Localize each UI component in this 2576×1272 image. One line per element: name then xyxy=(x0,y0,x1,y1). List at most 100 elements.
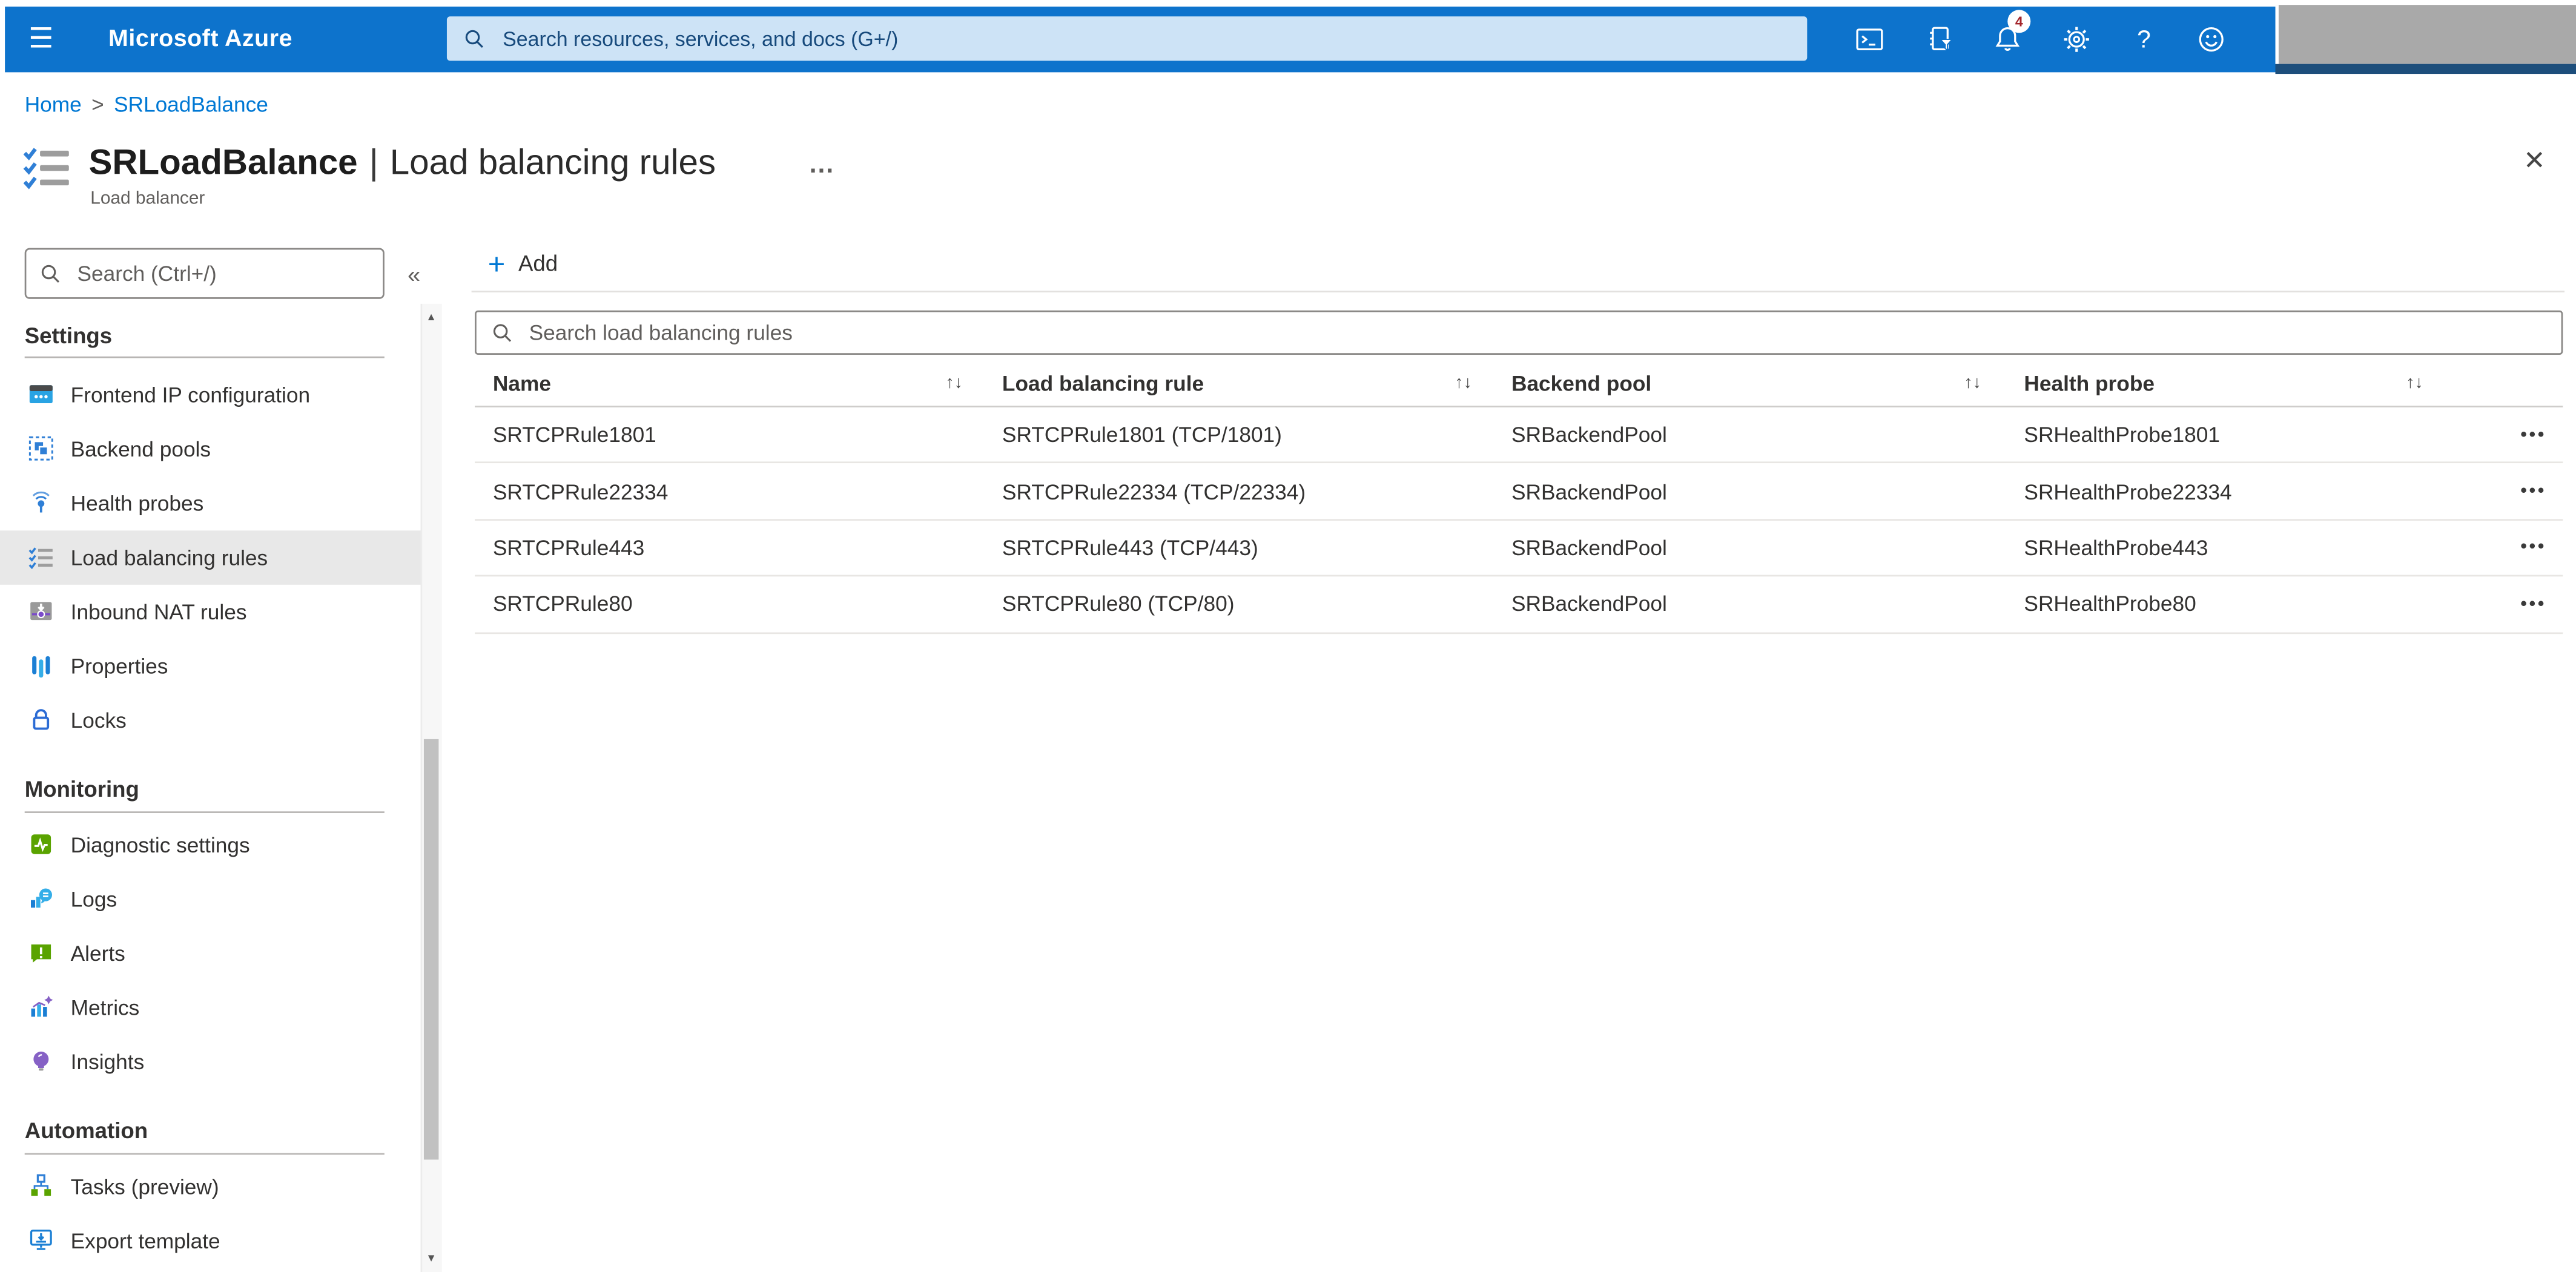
column-label: Name xyxy=(492,370,552,395)
cell-health-probe: SRHealthProbe443 xyxy=(2024,535,2208,561)
sidebar-item-label: Properties xyxy=(70,653,168,678)
sidebar-item-label: Backend pools xyxy=(70,436,211,461)
account-redaction-strip xyxy=(2274,64,2576,74)
lock-icon xyxy=(28,707,54,733)
directory-filter-button[interactable] xyxy=(1914,14,1967,65)
add-button-label: Add xyxy=(518,251,558,276)
breadcrumb-resource[interactable]: SRLoadBalance xyxy=(114,92,268,117)
sidebar-item-label: Insights xyxy=(70,1049,145,1073)
sidebar-item-inbound-nat-rules[interactable]: Inbound NAT rules xyxy=(0,584,421,638)
sidebar-item-export-template[interactable]: Export template xyxy=(0,1213,421,1268)
cell-backend-pool: SRBackendPool xyxy=(1511,422,1667,447)
diagnostic-settings-icon xyxy=(28,831,54,857)
table-row[interactable]: SRTCPRule443 SRTCPRule443 (TCP/443) SRBa… xyxy=(475,520,2563,577)
help-button[interactable]: ? xyxy=(2118,14,2170,65)
hamburger-menu-icon[interactable]: ☰ xyxy=(15,7,67,71)
scroll-down-icon[interactable]: ▼ xyxy=(421,1248,442,1270)
add-button[interactable]: + Add xyxy=(488,242,558,286)
toolbar-divider xyxy=(471,291,2565,292)
global-search-input[interactable] xyxy=(499,25,1808,52)
column-label: Health probe xyxy=(2024,370,2155,395)
terminal-icon xyxy=(1855,25,1884,54)
cell-backend-pool: SRBackendPool xyxy=(1511,479,1667,504)
sidebar-item-logs[interactable]: Logs xyxy=(0,871,421,926)
sidebar-search-input[interactable] xyxy=(74,259,383,288)
cell-health-probe: SRHealthProbe22334 xyxy=(2024,479,2232,504)
blade-name: Load balancing rules xyxy=(389,143,716,183)
close-icon[interactable]: ✕ xyxy=(2523,145,2545,177)
breadcrumb-home[interactable]: Home xyxy=(25,92,82,117)
sort-icon: ↑↓ xyxy=(2406,372,2423,393)
divider xyxy=(24,355,385,358)
cell-name: SRTCPRule1801 xyxy=(492,422,656,447)
sidebar-item-label: Alerts xyxy=(70,940,125,965)
sidebar-item-metrics[interactable]: Metrics xyxy=(0,980,421,1034)
rules-table: SRTCPRule1801 SRTCPRule1801 (TCP/1801) S… xyxy=(475,407,2563,634)
breadcrumb: Home > SRLoadBalance xyxy=(25,92,268,117)
row-menu-icon[interactable]: ••• xyxy=(2520,425,2546,445)
settings-button[interactable] xyxy=(2050,14,2103,65)
sidebar-item-label: Diagnostic settings xyxy=(70,832,250,857)
feedback-button[interactable] xyxy=(2185,14,2237,65)
column-header-backend-pool[interactable]: Backend pool ↑↓ xyxy=(1511,371,2024,395)
azure-brand[interactable]: Microsoft Azure xyxy=(108,7,292,71)
cloud-shell-button[interactable] xyxy=(1843,14,1896,65)
sidebar-item-label: Health probes xyxy=(70,490,204,515)
backend-pools-icon xyxy=(28,435,54,461)
tasks-icon xyxy=(28,1173,54,1199)
frontend-ip-icon xyxy=(28,381,54,407)
sidebar-item-label: Metrics xyxy=(70,994,140,1020)
table-row[interactable]: SRTCPRule22334 SRTCPRule22334 (TCP/22334… xyxy=(475,464,2563,521)
column-header-load-balancing-rule[interactable]: Load balancing rule ↑↓ xyxy=(1002,371,1511,395)
page-more-menu[interactable]: … xyxy=(808,151,836,181)
column-header-health-probe[interactable]: Health probe ↑↓ xyxy=(2024,371,2489,395)
rules-search xyxy=(475,310,2563,355)
table-row[interactable]: SRTCPRule1801 SRTCPRule1801 (TCP/1801) S… xyxy=(475,407,2563,464)
alerts-icon xyxy=(28,940,54,966)
load-balancing-rules-icon xyxy=(21,143,72,194)
section-header-automation: Automation xyxy=(24,1118,148,1144)
cell-backend-pool: SRBackendPool xyxy=(1511,535,1667,561)
sidebar-item-label: Logs xyxy=(70,886,117,911)
sidebar-item-alerts[interactable]: Alerts xyxy=(0,926,421,980)
rules-search-input[interactable] xyxy=(526,318,2561,347)
page-title: SRLoadBalance | Load balancing rules xyxy=(89,138,716,189)
sidebar-scrollbar-thumb[interactable] xyxy=(423,739,439,1160)
sidebar-item-label: Locks xyxy=(70,707,127,732)
gear-icon xyxy=(2062,25,2092,54)
column-header-name[interactable]: Name ↑↓ xyxy=(475,371,1002,395)
sidebar-item-label: Tasks (preview) xyxy=(70,1173,219,1199)
sort-icon: ↑↓ xyxy=(1964,372,1981,393)
export-template-icon xyxy=(28,1227,54,1253)
section-header-settings: Settings xyxy=(24,323,113,349)
metrics-icon xyxy=(28,994,54,1020)
sidebar-item-frontend-ip[interactable]: Frontend IP configuration xyxy=(0,367,421,421)
divider xyxy=(24,811,385,813)
row-menu-icon[interactable]: ••• xyxy=(2520,595,2546,615)
sidebar-item-locks[interactable]: Locks xyxy=(0,693,421,747)
cell-health-probe: SRHealthProbe80 xyxy=(2024,592,2196,617)
sidebar-item-label: Inbound NAT rules xyxy=(70,598,247,624)
scroll-up-icon[interactable]: ▲ xyxy=(421,307,442,328)
sidebar-item-properties[interactable]: Properties xyxy=(0,638,421,693)
sidebar-collapse-icon[interactable]: « xyxy=(398,255,431,294)
sidebar-item-health-probes[interactable]: Health probes xyxy=(0,475,421,530)
chevron-right-icon: > xyxy=(91,91,104,117)
sidebar-item-insights[interactable]: Insights xyxy=(0,1034,421,1089)
filter-notebook-icon xyxy=(1926,25,1955,54)
properties-icon xyxy=(28,652,54,678)
row-menu-icon[interactable]: ••• xyxy=(2520,538,2546,558)
title-separator: | xyxy=(369,143,378,183)
row-menu-icon[interactable]: ••• xyxy=(2520,481,2546,501)
health-probes-icon xyxy=(28,489,54,515)
resource-name: SRLoadBalance xyxy=(88,143,358,183)
sidebar-item-tasks-preview[interactable]: Tasks (preview) xyxy=(0,1159,421,1213)
sidebar-item-label: Load balancing rules xyxy=(70,544,268,570)
search-icon xyxy=(39,262,62,285)
global-search xyxy=(446,16,1808,61)
table-row[interactable]: SRTCPRule80 SRTCPRule80 (TCP/80) SRBacke… xyxy=(475,577,2563,634)
sidebar-item-load-balancing-rules[interactable]: Load balancing rules xyxy=(0,529,421,584)
sidebar-item-backend-pools[interactable]: Backend pools xyxy=(0,421,421,476)
smiley-icon xyxy=(2196,25,2226,54)
sidebar-item-diagnostic-settings[interactable]: Diagnostic settings xyxy=(0,817,421,872)
